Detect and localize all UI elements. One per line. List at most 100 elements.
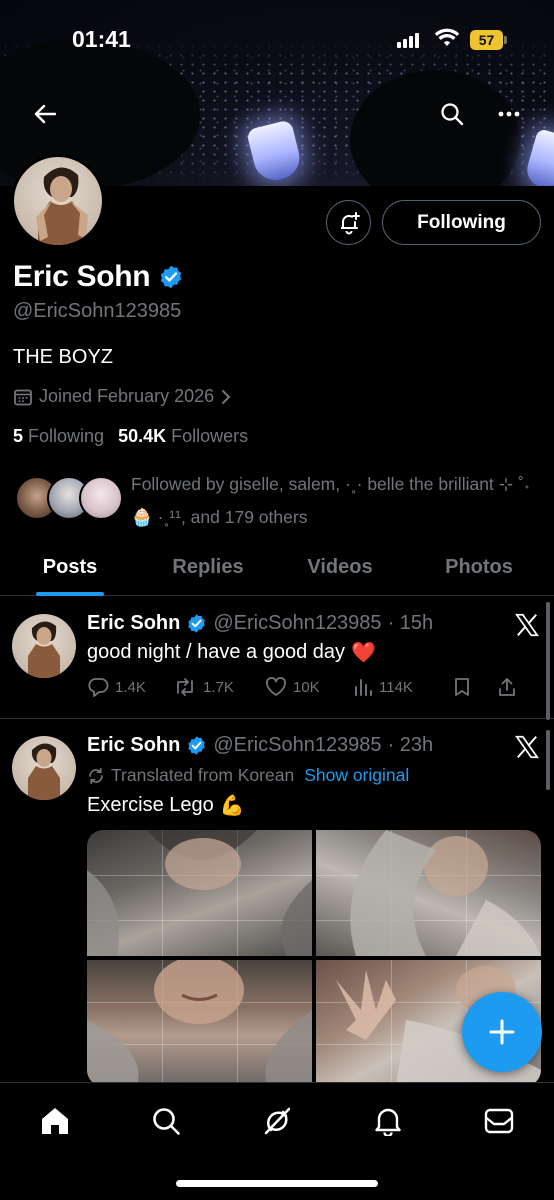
profile-page: 01:41 57 Following Eric Sohn @EricSohn12…: [0, 0, 554, 1200]
translate-icon: [87, 767, 105, 785]
followed-by-text: Followed by giselle, salem, ·˳· belle th…: [131, 474, 530, 527]
show-original-link[interactable]: Show original: [304, 765, 409, 786]
notifications-icon: [374, 1106, 402, 1136]
search-icon: [151, 1106, 181, 1136]
nav-search[interactable]: [146, 1101, 186, 1141]
follow-counts: 5 Following 50.4K Followers: [13, 426, 248, 447]
like-count: 10K: [293, 678, 320, 696]
search-icon: [440, 102, 464, 126]
post-header: Eric Sohn @EricSohn123985 · 23h: [87, 734, 433, 757]
views-button[interactable]: 114K: [353, 677, 453, 697]
post-emoji: ❤️: [351, 642, 376, 664]
post-photo[interactable]: [87, 830, 312, 956]
post-text: Exercise Lego: [87, 794, 214, 816]
post-author-handle: @EricSohn123985: [213, 612, 382, 634]
x-logo-icon: [514, 612, 540, 638]
post-text: good night / have a good day: [87, 641, 345, 663]
joined-date-row[interactable]: Joined February 2026: [13, 386, 232, 407]
arrow-left-icon: [34, 104, 56, 124]
profile-handle: @EricSohn123985: [13, 300, 182, 322]
followed-by-section[interactable]: Followed by giselle, salem, ·˳· belle th…: [13, 468, 543, 528]
grok-icon: [262, 1106, 292, 1136]
post-author-handle: @EricSohn123985: [213, 734, 382, 756]
post-photo[interactable]: [316, 830, 541, 956]
profile-name: Eric Sohn: [13, 260, 151, 293]
following-count-link[interactable]: 5 Following: [13, 426, 104, 447]
post-author-avatar[interactable]: [12, 614, 76, 678]
following-button[interactable]: Following: [382, 200, 541, 245]
post-divider: [0, 718, 554, 719]
plus-icon: [488, 1018, 516, 1046]
following-count: 5: [13, 426, 24, 446]
repost-button[interactable]: 1.7K: [173, 677, 265, 697]
profile-bio: THE BOYZ: [13, 346, 114, 368]
chevron-right-icon: [220, 388, 232, 406]
tab-replies[interactable]: Replies: [140, 540, 276, 595]
follower-avatar: [79, 476, 123, 520]
followers-count-link[interactable]: 50.4K Followers: [118, 426, 248, 447]
verified-badge-icon: [186, 613, 207, 634]
translated-label: Translated from Korean: [111, 765, 295, 785]
search-button[interactable]: [432, 94, 472, 134]
views-icon: [353, 677, 373, 697]
battery-indicator: 57: [470, 30, 507, 50]
heart-icon: [265, 677, 287, 697]
profile-name-row: Eric Sohn: [13, 260, 184, 294]
post-actions: 1.4K 1.7K 10K 114K: [87, 676, 542, 698]
bookmark-icon: [453, 677, 471, 697]
profile-avatar[interactable]: [11, 154, 105, 248]
nav-grok[interactable]: [257, 1101, 297, 1141]
tab-videos[interactable]: Videos: [276, 540, 404, 595]
repost-count: 1.7K: [203, 678, 234, 696]
wifi-icon: [434, 28, 460, 48]
bookmark-button[interactable]: [453, 677, 497, 697]
share-button[interactable]: [497, 677, 517, 697]
share-icon: [497, 677, 517, 697]
following-label: Following: [28, 426, 105, 446]
post-author-avatar[interactable]: [12, 736, 76, 800]
scrollbar-thumb[interactable]: [546, 730, 550, 790]
post-text-row: Exercise Lego 💪: [87, 793, 245, 818]
nav-notifications[interactable]: [368, 1101, 408, 1141]
reply-icon: [87, 676, 109, 698]
verified-badge-icon[interactable]: [158, 264, 184, 290]
repost-icon: [173, 677, 197, 697]
followers-label: Followers: [171, 426, 249, 446]
post-time: · 15h: [387, 612, 434, 634]
bell-plus-icon: [337, 211, 361, 235]
messages-icon: [484, 1108, 514, 1134]
reply-button[interactable]: 1.4K: [87, 676, 173, 698]
nav-messages[interactable]: [479, 1101, 519, 1141]
like-button[interactable]: 10K: [265, 677, 353, 697]
post-header: Eric Sohn @EricSohn123985 · 15h: [87, 612, 433, 635]
home-icon: [39, 1106, 71, 1136]
x-logo-icon: [514, 734, 540, 760]
cellular-signal-icon: [397, 33, 419, 48]
back-button[interactable]: [25, 94, 65, 134]
post-text-row: good night / have a good day ❤️: [87, 640, 376, 665]
home-indicator: [176, 1180, 378, 1187]
calendar-icon: [13, 387, 33, 407]
compose-post-button[interactable]: [462, 992, 542, 1072]
verified-badge-icon: [186, 735, 207, 756]
nav-home[interactable]: [35, 1101, 75, 1141]
joined-date: Joined February 2026: [39, 386, 215, 406]
notifications-toggle-button[interactable]: [326, 200, 371, 245]
post-author-name[interactable]: Eric Sohn: [87, 734, 180, 757]
tab-photos[interactable]: Photos: [404, 540, 554, 595]
views-count: 114K: [379, 678, 413, 696]
more-icon: [498, 111, 520, 117]
post-item[interactable]: Eric Sohn @EricSohn123985 · 15h good nig…: [0, 598, 554, 718]
post-author-name[interactable]: Eric Sohn: [87, 612, 180, 635]
status-bar: 01:41 57: [0, 0, 554, 80]
followers-count: 50.4K: [118, 426, 167, 446]
tab-posts[interactable]: Posts: [0, 540, 140, 596]
post-emoji: 💪: [219, 795, 245, 817]
profile-tabs: Posts Replies Videos Photos: [0, 540, 554, 596]
scrollbar[interactable]: [546, 602, 550, 720]
more-button[interactable]: [489, 94, 529, 134]
post-time: · 23h: [387, 734, 434, 756]
status-time: 01:41: [72, 26, 131, 52]
reply-count: 1.4K: [115, 678, 146, 696]
post-photo[interactable]: [87, 960, 312, 1086]
